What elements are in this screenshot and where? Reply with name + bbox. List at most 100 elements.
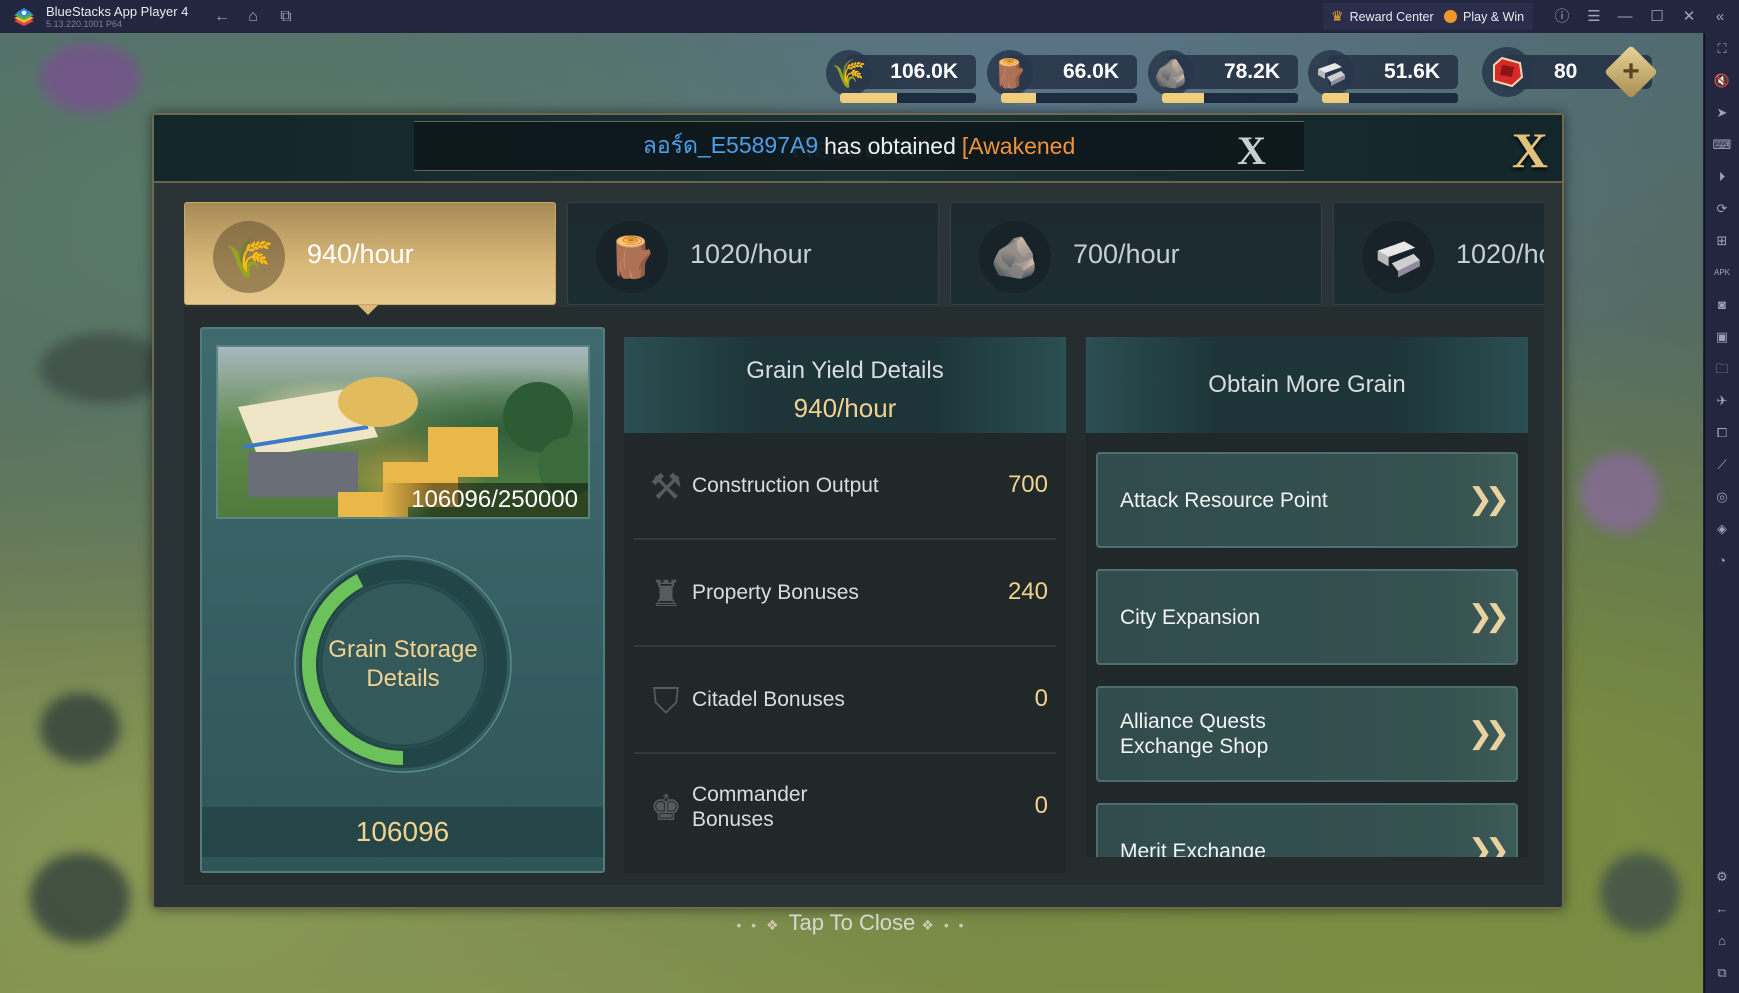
grain-storage-details-button[interactable]: Grain Storage Details xyxy=(292,553,514,775)
title-bar: BlueStacks App Player 4 5.13.220.1001 P6… xyxy=(0,0,1739,33)
yield-row-label: Construction Output xyxy=(692,474,879,497)
double-chevron-right-icon: ❯❯ xyxy=(1467,717,1510,750)
storage-current-value: 106096 xyxy=(202,807,603,857)
iron-ingot-icon xyxy=(1362,221,1434,293)
resource-progress xyxy=(1001,93,1137,103)
storage-card: 106096/250000 Grain Storage Details 1060… xyxy=(200,327,605,873)
dialog-content: 106096/250000 Grain Storage Details 1060… xyxy=(184,307,1544,885)
shake-icon[interactable]: ⟋ xyxy=(1712,455,1732,475)
yield-row: ♚ Commander Bonuses 0 xyxy=(634,754,1056,861)
close-icon[interactable]: ✕ xyxy=(1677,5,1701,29)
stone-icon: 🪨 xyxy=(979,221,1051,293)
active-tab-pointer xyxy=(358,305,378,315)
airplane-mode-icon[interactable]: ✈ xyxy=(1712,391,1732,411)
yield-row-label: Property Bonuses xyxy=(692,581,859,604)
bluestacks-logo-icon xyxy=(12,6,36,28)
obtain-label: Attack Resource Point xyxy=(1120,488,1328,512)
media-folder-icon[interactable]: 🗀 xyxy=(1712,359,1732,379)
location-icon[interactable]: ◎ xyxy=(1712,487,1732,507)
tab-iron[interactable]: 1020/hour xyxy=(1333,202,1544,305)
multi-instance-icon[interactable]: ⊞ xyxy=(1712,231,1732,251)
gems-counter[interactable]: 80 + xyxy=(1482,45,1664,99)
layers-icon[interactable]: ◈ xyxy=(1712,519,1732,539)
chess-king-icon: ♚ xyxy=(649,787,683,828)
attack-resource-point-button[interactable]: Attack Resource Point ❯❯ xyxy=(1096,452,1518,548)
back-icon[interactable]: ← xyxy=(211,6,233,28)
city-expansion-button[interactable]: City Expansion ❯❯ xyxy=(1096,569,1518,665)
reward-center-button[interactable]: ♛ Reward Center xyxy=(1323,3,1443,30)
obtain-label: Alliance Quests Exchange Shop xyxy=(1120,710,1269,758)
tab-label: 1020/hour xyxy=(1456,239,1544,269)
double-chevron-right-icon: ❯❯ xyxy=(1467,483,1510,516)
fullscreen-icon[interactable]: ⛶ xyxy=(1712,39,1732,59)
add-gems-button[interactable]: + xyxy=(1604,45,1658,99)
screenshot-icon[interactable]: ◙ xyxy=(1712,295,1732,315)
emulator-sidebar: ⛶ 🔇 ➤ ⌨ ⏵ ⟳ ⊞ APK ◙ ▣ 🗀 ✈ ⧠ ⟋ ◎ ◈ ◔ ⚙ ← … xyxy=(1704,33,1739,993)
iron-ingot-icon xyxy=(1308,50,1354,96)
double-chevron-right-icon: ❯❯ xyxy=(1467,834,1510,857)
recent-apps-icon[interactable]: ⧉ xyxy=(275,6,297,28)
back-icon[interactable]: ← xyxy=(1712,899,1732,919)
obtain-label: Merit Exchange xyxy=(1120,839,1266,858)
obtain-header: Obtain More Grain xyxy=(1086,337,1528,433)
resize-icon[interactable]: ⧠ xyxy=(1712,423,1732,443)
resource-progress xyxy=(840,93,976,103)
tab-label: 940/hour xyxy=(307,239,414,269)
maximize-icon[interactable]: ☐ xyxy=(1645,5,1669,29)
reward-center-label: Reward Center xyxy=(1349,9,1434,24)
alliance-quests-exchange-shop-button[interactable]: Alliance Quests Exchange Shop ❯❯ xyxy=(1096,686,1518,782)
performance-icon[interactable]: ◔ xyxy=(1712,551,1732,571)
tab-grain[interactable]: 🌾 940/hour xyxy=(184,202,556,305)
tower-icon: ♜ xyxy=(649,573,683,614)
game-viewport[interactable]: 106.0K 🌾 66.0K 🪵 78.2K 🪨 51.6K 80 + Reso… xyxy=(0,33,1703,993)
announcement-username[interactable]: ลอร์ด_E55897A9 xyxy=(643,128,818,164)
obtain-more-panel[interactable]: Obtain More Grain Attack Resource Point … xyxy=(1086,337,1528,857)
mute-icon[interactable]: 🔇 xyxy=(1712,71,1732,91)
pointer-icon[interactable]: ➤ xyxy=(1712,103,1732,123)
settings-icon[interactable]: ⚙ xyxy=(1712,867,1732,887)
help-icon[interactable]: ⓘ xyxy=(1550,5,1574,29)
yield-header: Grain Yield Details 940/hour xyxy=(624,337,1066,433)
yield-row-label: Citadel Bonuses xyxy=(692,688,845,711)
grain-icon: 🌾 xyxy=(826,50,872,96)
minimize-icon[interactable]: — xyxy=(1613,5,1637,29)
announcement-close-icon[interactable]: X xyxy=(1237,127,1266,174)
wood-icon: 🪵 xyxy=(596,221,668,293)
coin-icon xyxy=(1444,10,1457,23)
resource-progress-fill xyxy=(1322,93,1350,103)
macro-record-icon[interactable]: ⏵ xyxy=(1712,167,1732,187)
screen-record-icon[interactable]: ▣ xyxy=(1712,327,1732,347)
resource-progress-fill xyxy=(1001,93,1037,103)
tap-to-close-label: Tap To Close xyxy=(788,910,916,935)
yield-row-value: 240 xyxy=(1007,578,1048,605)
wood-icon: 🪵 xyxy=(987,50,1033,96)
app-version: 5.13.220.1001 P64 xyxy=(46,19,123,29)
tab-stone[interactable]: 🪨 700/hour xyxy=(950,202,1322,305)
tap-to-close[interactable]: • • ❖ Tap To Close ❖ • • xyxy=(0,910,1703,936)
rotate-sync-icon[interactable]: ⟳ xyxy=(1712,199,1732,219)
merit-exchange-button[interactable]: Merit Exchange ❯❯ xyxy=(1096,803,1518,857)
banner-shield-icon: ⛉ xyxy=(652,680,680,721)
yield-total: 940/hour xyxy=(793,393,897,423)
home-icon[interactable]: ⌂ xyxy=(1712,931,1732,951)
yield-row-label: Commander Bonuses xyxy=(692,782,808,831)
play-win-button[interactable]: Play & Win xyxy=(1436,3,1534,30)
keyboard-icon[interactable]: ⌨ xyxy=(1712,135,1732,155)
storage-capacity: 106096/250000 xyxy=(381,483,588,517)
ornament-left-icon: • • ❖ xyxy=(736,917,789,933)
dialog-header: Resource ลอร์ด_E55897A9 has obtained [Aw… xyxy=(154,115,1562,183)
ornament-right-icon: ❖ • • xyxy=(921,917,967,933)
apk-install-icon[interactable]: APK xyxy=(1712,263,1732,283)
resource-tabs: 🌾 940/hour 🪵 1020/hour 🪨 700/hour 1020/h… xyxy=(184,202,1544,307)
obtain-title: Obtain More Grain xyxy=(1208,371,1406,398)
menu-icon[interactable]: ☰ xyxy=(1582,5,1606,29)
recent-apps-icon[interactable]: ⧉ xyxy=(1712,963,1732,983)
collapse-sidebar-icon[interactable]: « xyxy=(1708,5,1732,29)
yield-row-value: 700 xyxy=(1007,471,1048,498)
tab-wood[interactable]: 🪵 1020/hour xyxy=(567,202,939,305)
dialog-close-button[interactable]: X xyxy=(1512,121,1548,179)
resource-dialog: Resource ลอร์ด_E55897A9 has obtained [Aw… xyxy=(152,113,1564,909)
announcement-text: has obtained xyxy=(824,132,956,159)
home-icon[interactable]: ⌂ xyxy=(242,6,264,28)
play-win-label: Play & Win xyxy=(1463,9,1525,24)
